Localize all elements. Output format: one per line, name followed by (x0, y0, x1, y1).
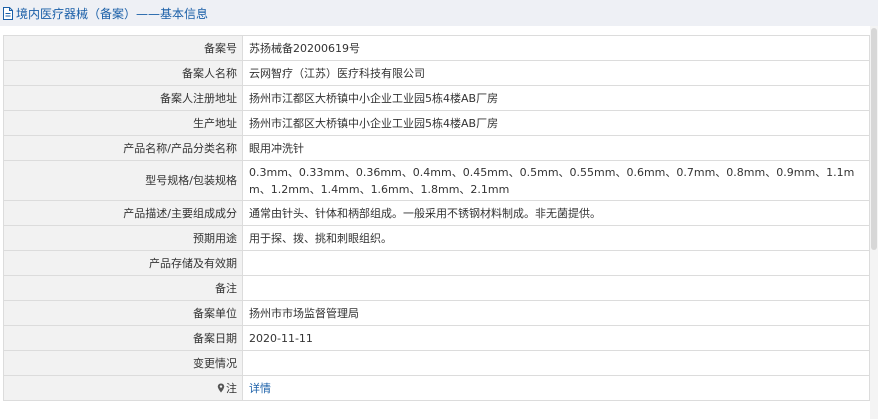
note-value-cell: 详情 (242, 375, 870, 401)
field-label: 预期用途 (3, 225, 243, 251)
field-label: 变更情况 (3, 350, 243, 376)
field-value: 通常由针头、针体和柄部组成。一般采用不锈钢材料制成。非无菌提供。 (242, 200, 870, 226)
table-row: 备案单位 扬州市市场监督管理局 (3, 300, 870, 326)
table-row: 备案日期 2020-11-11 (3, 325, 870, 351)
field-value (242, 275, 870, 301)
field-value: 扬州市江都区大桥镇中小企业工业园5栋4楼AB厂房 (242, 85, 870, 111)
table-row: 备案号 苏扬械备20200619号 (3, 35, 870, 61)
vertical-scrollbar[interactable] (870, 26, 878, 419)
field-label: 备案号 (3, 35, 243, 61)
table-row: 备案人名称 云网智疗（江苏）医疗科技有限公司 (3, 60, 870, 86)
table-row: 变更情况 (3, 350, 870, 376)
field-label: 备案人注册地址 (3, 85, 243, 111)
field-label: 备注 (3, 275, 243, 301)
field-value: 扬州市市场监督管理局 (242, 300, 870, 326)
field-label: 产品存储及有效期 (3, 250, 243, 276)
table-row: 产品描述/主要组成成分 通常由针头、针体和柄部组成。一般采用不锈钢材料制成。非无… (3, 200, 870, 226)
field-value: 0.3mm、0.33mm、0.36mm、0.4mm、0.45mm、0.5mm、0… (242, 160, 870, 201)
field-value: 用于探、拨、挑和刺眼组织。 (242, 225, 870, 251)
info-panel: 备案号 苏扬械备20200619号 备案人名称 云网智疗（江苏）医疗科技有限公司… (3, 35, 870, 401)
pin-icon (217, 383, 225, 392)
table-row: 预期用途 用于探、拨、挑和刺眼组织。 (3, 225, 870, 251)
note-label-cell: 注 (3, 375, 243, 401)
field-label: 型号规格/包装规格 (3, 160, 243, 201)
field-label: 产品描述/主要组成成分 (3, 200, 243, 226)
table-row: 产品存储及有效期 (3, 250, 870, 276)
table-row: 型号规格/包装规格 0.3mm、0.33mm、0.36mm、0.4mm、0.45… (3, 160, 870, 201)
field-value: 云网智疗（江苏）医疗科技有限公司 (242, 60, 870, 86)
table-row: 备注 (3, 275, 870, 301)
scrollbar-thumb[interactable] (871, 28, 877, 250)
field-label: 备案人名称 (3, 60, 243, 86)
page-title: 境内医疗器械（备案）——基本信息 (16, 6, 209, 21)
field-value: 苏扬械备20200619号 (242, 35, 870, 61)
details-link[interactable]: 详情 (249, 382, 271, 395)
field-value (242, 350, 870, 376)
table-row: 产品名称/产品分类名称 眼用冲洗针 (3, 135, 870, 161)
document-icon (3, 6, 13, 20)
table-row: 备案人注册地址 扬州市江都区大桥镇中小企业工业园5栋4楼AB厂房 (3, 85, 870, 111)
field-value (242, 250, 870, 276)
info-table: 备案号 苏扬械备20200619号 备案人名称 云网智疗（江苏）医疗科技有限公司… (3, 35, 870, 401)
table-row: 生产地址 扬州市江都区大桥镇中小企业工业园5栋4楼AB厂房 (3, 110, 870, 136)
field-value: 2020-11-11 (242, 325, 870, 351)
field-label: 备案日期 (3, 325, 243, 351)
field-label: 生产地址 (3, 110, 243, 136)
field-label: 备案单位 (3, 300, 243, 326)
field-value: 扬州市江都区大桥镇中小企业工业园5栋4楼AB厂房 (242, 110, 870, 136)
note-label: 注 (226, 381, 237, 395)
page-header: 境内医疗器械（备案）——基本信息 (0, 0, 878, 26)
field-label: 产品名称/产品分类名称 (3, 135, 243, 161)
field-value: 眼用冲洗针 (242, 135, 870, 161)
table-row-note: 注 详情 (3, 375, 870, 401)
